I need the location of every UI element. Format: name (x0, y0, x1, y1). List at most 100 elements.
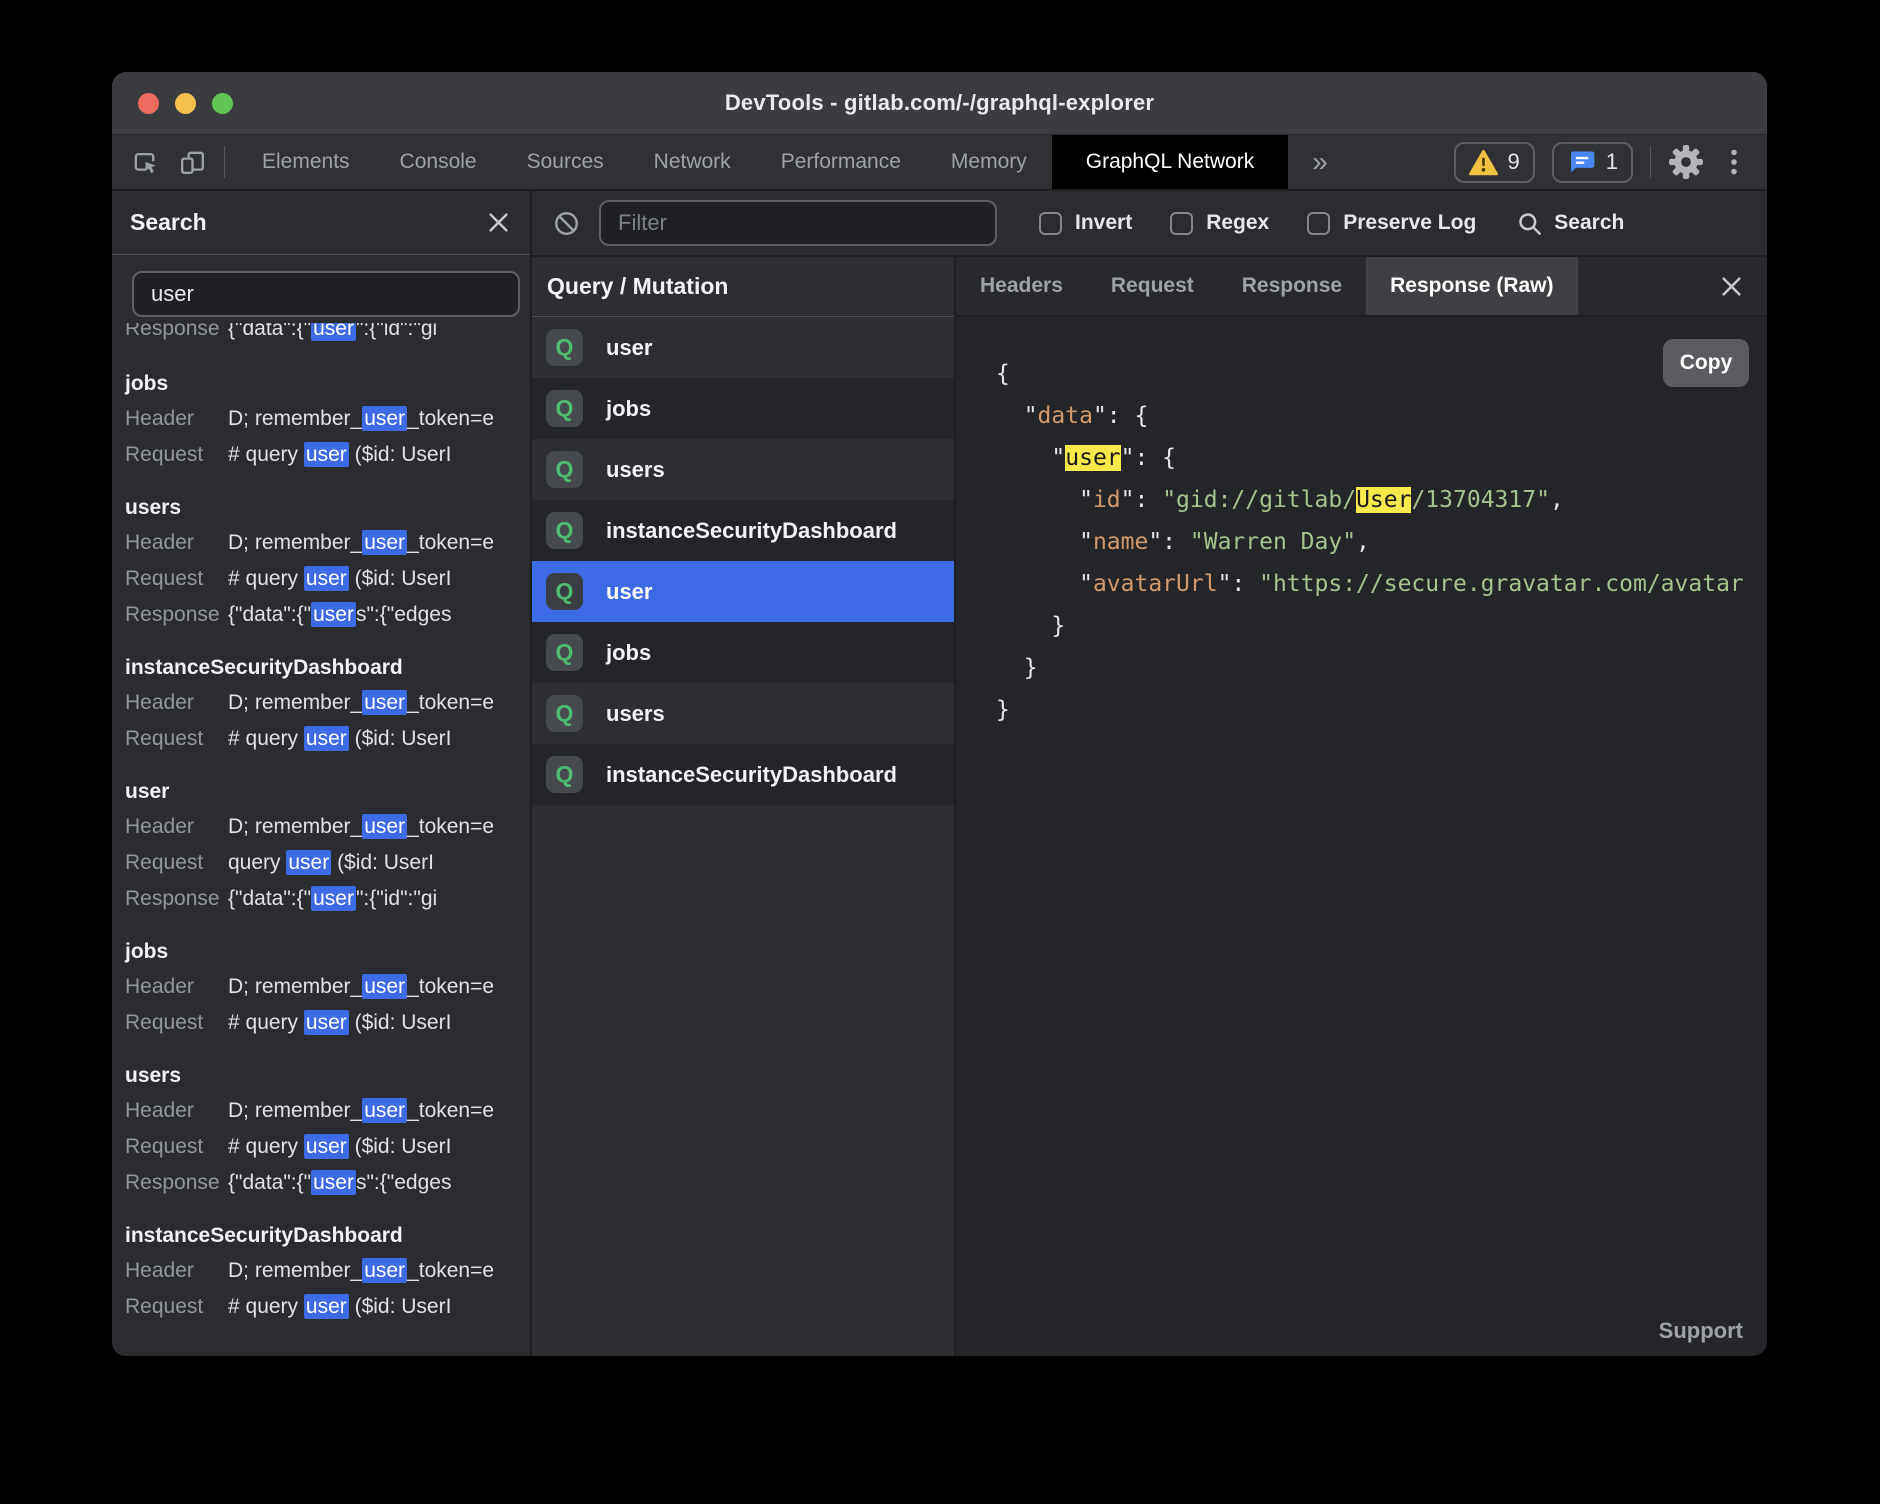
result-line-content: D; remember_user_token=e (228, 531, 494, 555)
tab-graphql-network[interactable]: GraphQL Network (1052, 135, 1288, 189)
result-line-label: Response (125, 323, 228, 341)
result-line-content: {"data":{"users":{"edges (228, 1171, 451, 1195)
search-result-line[interactable]: Request# query user ($id: UserI (125, 721, 530, 757)
search-result-line[interactable]: HeaderD; remember_user_token=e (125, 1253, 530, 1289)
json-token: " (996, 487, 1093, 513)
detail-tab-request[interactable]: Request (1087, 257, 1218, 315)
result-line-content: D; remember_user_token=e (228, 691, 494, 715)
traffic-lights (138, 72, 233, 134)
checkbox-invert[interactable]: Invert (1039, 211, 1132, 235)
tab-performance[interactable]: Performance (756, 135, 926, 189)
search-result-line[interactable]: Response{"data":{"user":{"id":"gi (125, 881, 530, 917)
match-highlight: user (362, 1098, 407, 1123)
tab-memory[interactable]: Memory (926, 135, 1052, 189)
clear-block-icon[interactable] (552, 209, 581, 238)
search-result-line[interactable]: HeaderD; remember_user_token=e (125, 1093, 530, 1129)
search-result-line[interactable]: Request# query user ($id: UserI (125, 561, 530, 597)
detail-tabs-row: HeadersRequestResponseResponse (Raw) (956, 257, 1767, 317)
json-token: "https://secure.gravatar.com/avatar (1259, 571, 1744, 597)
search-result-line[interactable]: Request# query user ($id: UserI (125, 1289, 530, 1325)
search-result-line[interactable]: Request# query user ($id: UserI (125, 1129, 530, 1165)
query-row-instancesecuritydashboard[interactable]: QinstanceSecurityDashboard (532, 500, 954, 561)
json-line: "data": { (996, 395, 1767, 437)
search-result-line[interactable]: Response{"data":{"user":{"id":"gi (125, 323, 530, 347)
close-detail-panel-icon[interactable] (1718, 257, 1767, 315)
tab-sources[interactable]: Sources (502, 135, 629, 189)
search-magnifier-icon (1516, 210, 1543, 237)
checkbox-label: Preserve Log (1343, 211, 1476, 235)
support-link[interactable]: Support (1659, 1318, 1743, 1344)
response-raw-viewer[interactable]: { "data": { "user": { "id": "gid://gitla… (956, 317, 1767, 1356)
query-type-icon: Q (546, 451, 583, 488)
close-window-button[interactable] (138, 93, 159, 114)
query-row-users[interactable]: Qusers (532, 439, 954, 500)
search-match-highlight: User (1356, 487, 1411, 513)
filter-input[interactable] (599, 200, 997, 246)
query-row-jobs[interactable]: Qjobs (532, 378, 954, 439)
search-result-group-title: instanceSecurityDashboard (125, 1218, 530, 1253)
json-token: id (1093, 487, 1121, 513)
result-line-content: # query user ($id: UserI (228, 443, 451, 467)
tab-elements[interactable]: Elements (237, 135, 375, 189)
search-result-line[interactable]: HeaderD; remember_user_token=e (125, 685, 530, 721)
checkbox-regex[interactable]: Regex (1170, 211, 1269, 235)
match-highlight: user (311, 323, 356, 341)
search-results-list[interactable]: Response{"data":{"user":{"id":"gijobsHea… (112, 323, 530, 1356)
copy-button[interactable]: Copy (1663, 339, 1749, 387)
zoom-window-button[interactable] (212, 93, 233, 114)
query-row-instancesecuritydashboard[interactable]: QinstanceSecurityDashboard (532, 744, 954, 805)
search-result-line[interactable]: HeaderD; remember_user_token=e (125, 969, 530, 1005)
messages-badge[interactable]: 1 (1552, 142, 1633, 183)
detail-tab-response-raw-[interactable]: Response (Raw) (1366, 257, 1577, 315)
search-result-line[interactable]: HeaderD; remember_user_token=e (125, 401, 530, 437)
search-result-line[interactable]: HeaderD; remember_user_token=e (125, 525, 530, 561)
network-search-toggle[interactable]: Search (1516, 210, 1624, 237)
main-area: Search Response{"data":{"user":{"id":"gi… (112, 191, 1767, 1356)
result-line-label: Request (125, 1011, 228, 1035)
close-search-panel-icon[interactable] (485, 209, 512, 236)
result-line-content: # query user ($id: UserI (228, 1135, 451, 1159)
json-line: "name": "Warren Day", (996, 521, 1767, 563)
json-token: , (1550, 487, 1564, 513)
kebab-menu-icon[interactable] (1721, 147, 1747, 177)
detail-tab-headers[interactable]: Headers (956, 257, 1087, 315)
search-result-line[interactable]: Response{"data":{"users":{"edges (125, 1165, 530, 1201)
json-token: } (996, 613, 1065, 639)
search-result-line[interactable]: Requestquery user ($id: UserI (125, 845, 530, 881)
result-line-content: D; remember_user_token=e (228, 1099, 494, 1123)
checkbox-box (1170, 212, 1193, 235)
tab-console[interactable]: Console (375, 135, 502, 189)
query-row-users[interactable]: Qusers (532, 683, 954, 744)
result-line-label: Response (125, 887, 228, 911)
device-toolbar-icon[interactable] (177, 147, 208, 178)
warnings-badge[interactable]: 9 (1454, 142, 1535, 183)
query-panel-header: Query / Mutation (532, 257, 954, 317)
query-list[interactable]: QuserQjobsQusersQinstanceSecurityDashboa… (532, 317, 954, 1356)
query-row-jobs[interactable]: Qjobs (532, 622, 954, 683)
query-row-user[interactable]: Quser (532, 317, 954, 378)
search-result-line[interactable]: Request# query user ($id: UserI (125, 1005, 530, 1041)
tab-network[interactable]: Network (629, 135, 756, 189)
minimize-window-button[interactable] (175, 93, 196, 114)
settings-gear-icon[interactable] (1668, 144, 1704, 180)
query-row-user[interactable]: Quser (532, 561, 954, 622)
search-result-line[interactable]: Response{"data":{"users":{"edges (125, 597, 530, 633)
detail-tab-response[interactable]: Response (1218, 257, 1366, 315)
search-input[interactable] (132, 271, 520, 317)
search-result-line[interactable]: Request# query user ($id: UserI (125, 437, 530, 473)
inspect-element-icon[interactable] (130, 147, 161, 178)
more-tabs-chevron-icon[interactable]: » (1288, 135, 1352, 189)
result-line-content: {"data":{"users":{"edges (228, 603, 451, 627)
search-result-line[interactable]: HeaderD; remember_user_token=e (125, 809, 530, 845)
toolbar-left-icons (112, 135, 237, 189)
checkbox-preserve-log[interactable]: Preserve Log (1307, 211, 1476, 235)
result-line-content: query user ($id: UserI (228, 851, 434, 875)
query-type-icon: Q (546, 329, 583, 366)
query-type-icon: Q (546, 573, 583, 610)
result-line-content: D; remember_user_token=e (228, 407, 494, 431)
json-token: " (996, 529, 1093, 555)
window-title: DevTools - gitlab.com/-/graphql-explorer (725, 90, 1154, 116)
result-line-label: Header (125, 407, 228, 431)
search-panel-header: Search (112, 191, 530, 255)
warning-icon (1469, 149, 1498, 176)
